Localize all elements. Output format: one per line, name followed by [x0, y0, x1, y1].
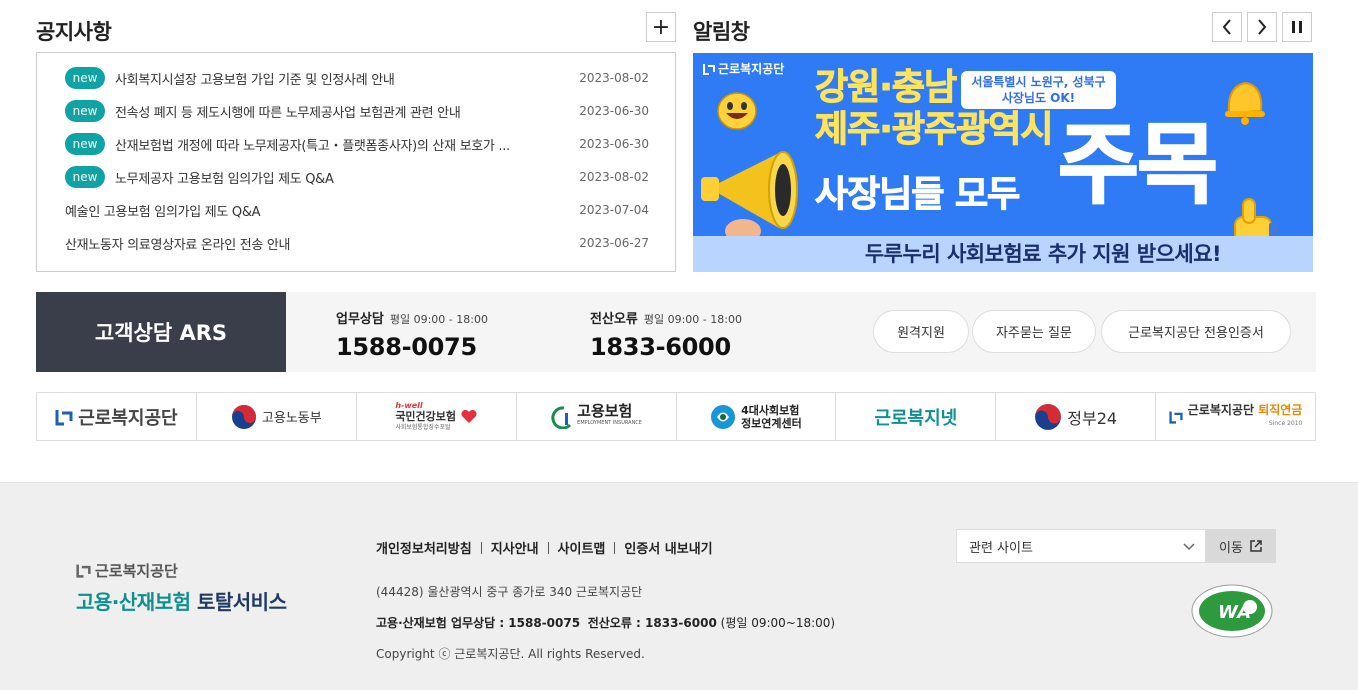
footer-logo: 근로복지공단 [76, 560, 178, 581]
kcomwel-logo-icon [1169, 411, 1183, 424]
list-item[interactable]: new 전속성 폐지 등 제도시행에 따른 노무제공사업 보험관계 관련 안내 … [65, 99, 649, 123]
privacy-policy-link[interactable]: 개인정보처리방침 [376, 538, 472, 557]
notice-more-button[interactable]: + [646, 12, 676, 42]
export-cert-link[interactable]: 인증서 내보내기 [624, 538, 712, 557]
go-button[interactable]: 이동 [1206, 529, 1276, 563]
footer-service-title: 고용·산재보험 토탈서비스 [76, 590, 287, 614]
ars-panel: 업무상담 평일 09:00 - 18:00 1588-0075 전산오류 평일 09… [286, 292, 1316, 372]
list-item[interactable]: 예술인 고용보험 임의가입 제도 Q&A 2023-07-04 [65, 198, 649, 222]
list-item[interactable]: new 산재보험법 개정에 따라 노무제공자(특고・플랫폼종사자)의 산재 보호… [65, 132, 649, 156]
list-item[interactable]: new 노무제공자 고용보험 임의가입 제도 Q&A 2023-08-02 [65, 165, 649, 189]
remote-support-button[interactable]: 원격지원 [873, 310, 969, 353]
pause-button[interactable] [1282, 12, 1312, 42]
ei-logo-icon [551, 405, 572, 429]
notice-list: new 사회복지시설장 고용보험 가입 기준 및 인정사례 안내 2023-08… [36, 52, 676, 272]
new-badge: new [65, 166, 105, 188]
notice-title: 공지사항 [36, 20, 112, 44]
ars-label: 업무상담 [336, 312, 384, 327]
partner-links: 근로복지공단 고용노동부 h-well 국민건강보험 사회보험통합징수포털 고용… [36, 392, 1316, 441]
notice-date: 2023-08-02 [579, 170, 649, 184]
banner-bottom-text: 두루누리 사회보험료 추가 지원 받으세요! [693, 236, 1313, 272]
alert-title: 알림창 [693, 20, 750, 44]
smiley-icon [717, 92, 757, 130]
bell-icon [1225, 81, 1265, 125]
ars-number: 1588-0075 [336, 333, 477, 361]
list-item[interactable]: 산재노동자 의료영상자료 온라인 전송 안내 2023-06-27 [65, 231, 649, 255]
banner-line3: 사장님들 모두 [814, 174, 1020, 216]
ars-item: 업무상담 평일 09:00 - 18:00 1588-0075 [336, 308, 488, 361]
footer-address: (44428) 울산광역시 중구 종가로 340 근로복지공단 [376, 585, 643, 599]
pause-icon [1292, 21, 1302, 33]
web-accessibility-badge-icon: WA [1191, 584, 1273, 638]
kcomwel-logo-icon [703, 63, 715, 75]
notice-title-text[interactable]: 산재보험법 개정에 따라 노무제공자(특고・플랫폼종사자)의 산재 보호가 ..… [115, 135, 569, 154]
sitemap-link[interactable]: 사이트맵 [558, 538, 606, 557]
notice-date: 2023-06-30 [579, 137, 649, 151]
main-content: 공지사항 + new 사회복지시설장 고용보험 가입 기준 및 인정사례 안내 … [0, 0, 1358, 482]
banner-speech-bubble: 서울특별시 노원구, 성북구 사장님도 OK! [961, 71, 1116, 109]
megaphone-icon [701, 151, 798, 243]
footer-links: 개인정보처리방침 지사안내 사이트맵 인증서 내보내기 [376, 538, 713, 557]
4insure-logo-icon [711, 404, 736, 429]
footer-copyright: Copyright ⓒ 근로복지공단. All rights Reserved. [376, 647, 645, 661]
ars-hours: 평일 09:00 - 18:00 [389, 313, 488, 326]
ars-hours: 평일 09:00 - 18:00 [643, 313, 742, 326]
new-badge: new [65, 67, 105, 89]
notice-date: 2023-08-02 [579, 71, 649, 85]
ars-number: 1833-6000 [590, 333, 731, 361]
banner-big-text: 주목 [1057, 113, 1219, 216]
partner-pension[interactable]: 근로복지공단 퇴직연금 Since 2010 [1156, 393, 1315, 440]
ars-label: 전산오류 [590, 312, 638, 327]
notice-title-text[interactable]: 노무제공자 고용보험 임의가입 제도 Q&A [115, 168, 569, 187]
notice-title-text[interactable]: 예술인 고용보험 임의가입 제도 Q&A [65, 201, 569, 220]
banner-logo: 근로복지공단 [703, 60, 784, 77]
partner-kcomwel[interactable]: 근로복지공단 [37, 393, 197, 440]
partner-ei[interactable]: 고용보험 EMPLOYMENT INSURANCE [517, 393, 677, 440]
external-link-icon [1250, 540, 1262, 552]
notice-title-text[interactable]: 사회복지시설장 고용보험 가입 기준 및 인정사례 안내 [115, 69, 569, 88]
partner-4insure[interactable]: 4대사회보험 정보연계센터 [677, 393, 837, 440]
partner-nhis[interactable]: h-well 국민건강보험 사회보험통합징수포털 [357, 393, 517, 440]
alert-banner[interactable]: 근로복지공단 강원·충남 제주·광주광역시 사장님들 모두 주목 서울특별시 노… [693, 53, 1313, 272]
related-site-select[interactable]: 관련 사이트 [956, 529, 1206, 563]
chevron-left-icon [1222, 19, 1231, 35]
taegeuk-icon [1035, 403, 1062, 430]
next-button[interactable] [1247, 12, 1277, 42]
divider [547, 542, 549, 554]
taegeuk-icon [231, 404, 256, 429]
kcomwel-logo-icon [55, 409, 73, 425]
faq-button[interactable]: 자주묻는 질문 [972, 310, 1096, 353]
list-item[interactable]: new 사회복지시설장 고용보험 가입 기준 및 인정사례 안내 2023-08… [65, 66, 649, 90]
notice-title-text[interactable]: 전속성 폐지 등 제도시행에 따른 노무제공사업 보험관계 관련 안내 [115, 102, 569, 121]
divider [614, 542, 616, 554]
chevron-right-icon [1258, 19, 1267, 35]
partner-gov24[interactable]: 정부24 [996, 393, 1157, 440]
partner-moel[interactable]: 고용노동부 [197, 393, 357, 440]
notice-title-text[interactable]: 산재노동자 의료영상자료 온라인 전송 안내 [65, 234, 569, 253]
new-badge: new [65, 133, 105, 155]
prev-button[interactable] [1212, 12, 1242, 42]
footer-phone: 고용·산재보험 업무상담 : 1588-0075 전산오류 : 1833-600… [376, 616, 836, 630]
certificate-button[interactable]: 근로복지공단 전용인증서 [1101, 310, 1291, 353]
footer: 근로복지공단 고용·산재보험 토탈서비스 개인정보처리방침 지사안내 사이트맵 … [0, 482, 1358, 690]
ars-title: 고객상담 ARS [36, 292, 286, 372]
notice-date: 2023-06-30 [579, 104, 649, 118]
notice-date: 2023-07-04 [579, 203, 649, 217]
branch-info-link[interactable]: 지사안내 [491, 538, 539, 557]
new-badge: new [65, 100, 105, 122]
chevron-down-icon [1183, 543, 1195, 551]
notice-date: 2023-06-27 [579, 236, 649, 250]
partner-welfare-net[interactable]: 근로복지넷 [836, 393, 997, 440]
divider [480, 542, 482, 554]
kcomwel-logo-icon [76, 564, 91, 578]
heart-icon [461, 409, 477, 423]
ars-item: 전산오류 평일 09:00 - 18:00 1833-6000 [590, 308, 742, 361]
